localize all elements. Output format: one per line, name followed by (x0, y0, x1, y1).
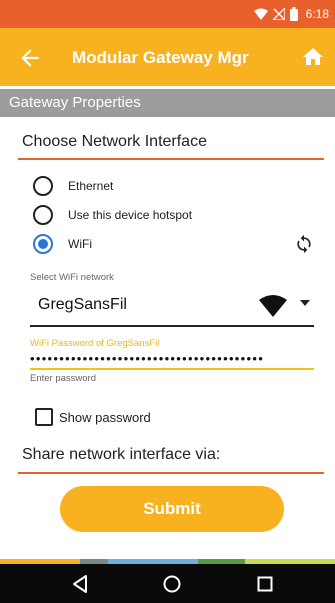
select-network-label: Select WiFi network (30, 272, 114, 283)
no-signal-icon (272, 8, 285, 20)
submit-label: Submit (143, 499, 201, 518)
toolbar-title: Modular Gateway Mgr (72, 48, 249, 67)
caret-down-icon[interactable] (300, 300, 310, 308)
radio-label: Use this device hotspot (68, 208, 193, 222)
password-hint: Enter password (30, 373, 97, 384)
refresh-icon[interactable] (294, 234, 314, 254)
heading-divider (18, 158, 324, 160)
android-nav-bar (0, 564, 335, 603)
status-time: 6:18 (305, 7, 329, 21)
status-bar: 6:18 (0, 0, 335, 28)
status-icons: 6:18 (253, 5, 329, 23)
show-password-label: Show password (59, 409, 151, 425)
wifi-network-dropdown[interactable]: GregSansFil (30, 287, 314, 327)
nav-home-icon[interactable] (162, 574, 182, 594)
share-divider (18, 472, 324, 474)
radio-label: WiFi (68, 237, 92, 251)
radio-button[interactable] (33, 176, 53, 196)
battery-icon (289, 7, 298, 21)
password-value: •••••••••••••••••••••••••••••••••••••••• (30, 351, 265, 366)
home-icon[interactable] (301, 45, 325, 69)
show-password-checkbox[interactable] (35, 408, 53, 426)
network-interface-heading: Choose Network Interface (22, 133, 207, 150)
app-toolbar: Modular Gateway Mgr (0, 28, 335, 86)
selected-network-name: GregSansFil (38, 296, 127, 313)
wifi-status-icon (253, 8, 268, 20)
radio-ethernet[interactable]: Ethernet (33, 174, 113, 198)
radio-hotspot[interactable]: Use this device hotspot (33, 203, 192, 227)
nav-back-icon[interactable] (70, 574, 90, 594)
section-header: Gateway Properties (0, 89, 335, 117)
radio-wifi[interactable]: WiFi (33, 232, 92, 256)
section-title: Gateway Properties (9, 94, 141, 111)
password-input[interactable]: •••••••••••••••••••••••••••••••••••••••• (30, 350, 314, 370)
share-interface-heading: Share network interface via: (22, 446, 221, 463)
show-password-toggle[interactable]: Show password (35, 407, 151, 427)
radio-button[interactable] (33, 205, 53, 225)
radio-button-checked[interactable] (33, 234, 53, 254)
submit-button[interactable]: Submit (60, 486, 284, 532)
password-field-label: WiFi Password of GregSansFil (30, 338, 160, 349)
radio-label: Ethernet (68, 179, 114, 193)
wifi-signal-icon (259, 295, 287, 317)
nav-recents-icon[interactable] (255, 574, 275, 594)
arrow-left-icon[interactable] (17, 45, 43, 71)
